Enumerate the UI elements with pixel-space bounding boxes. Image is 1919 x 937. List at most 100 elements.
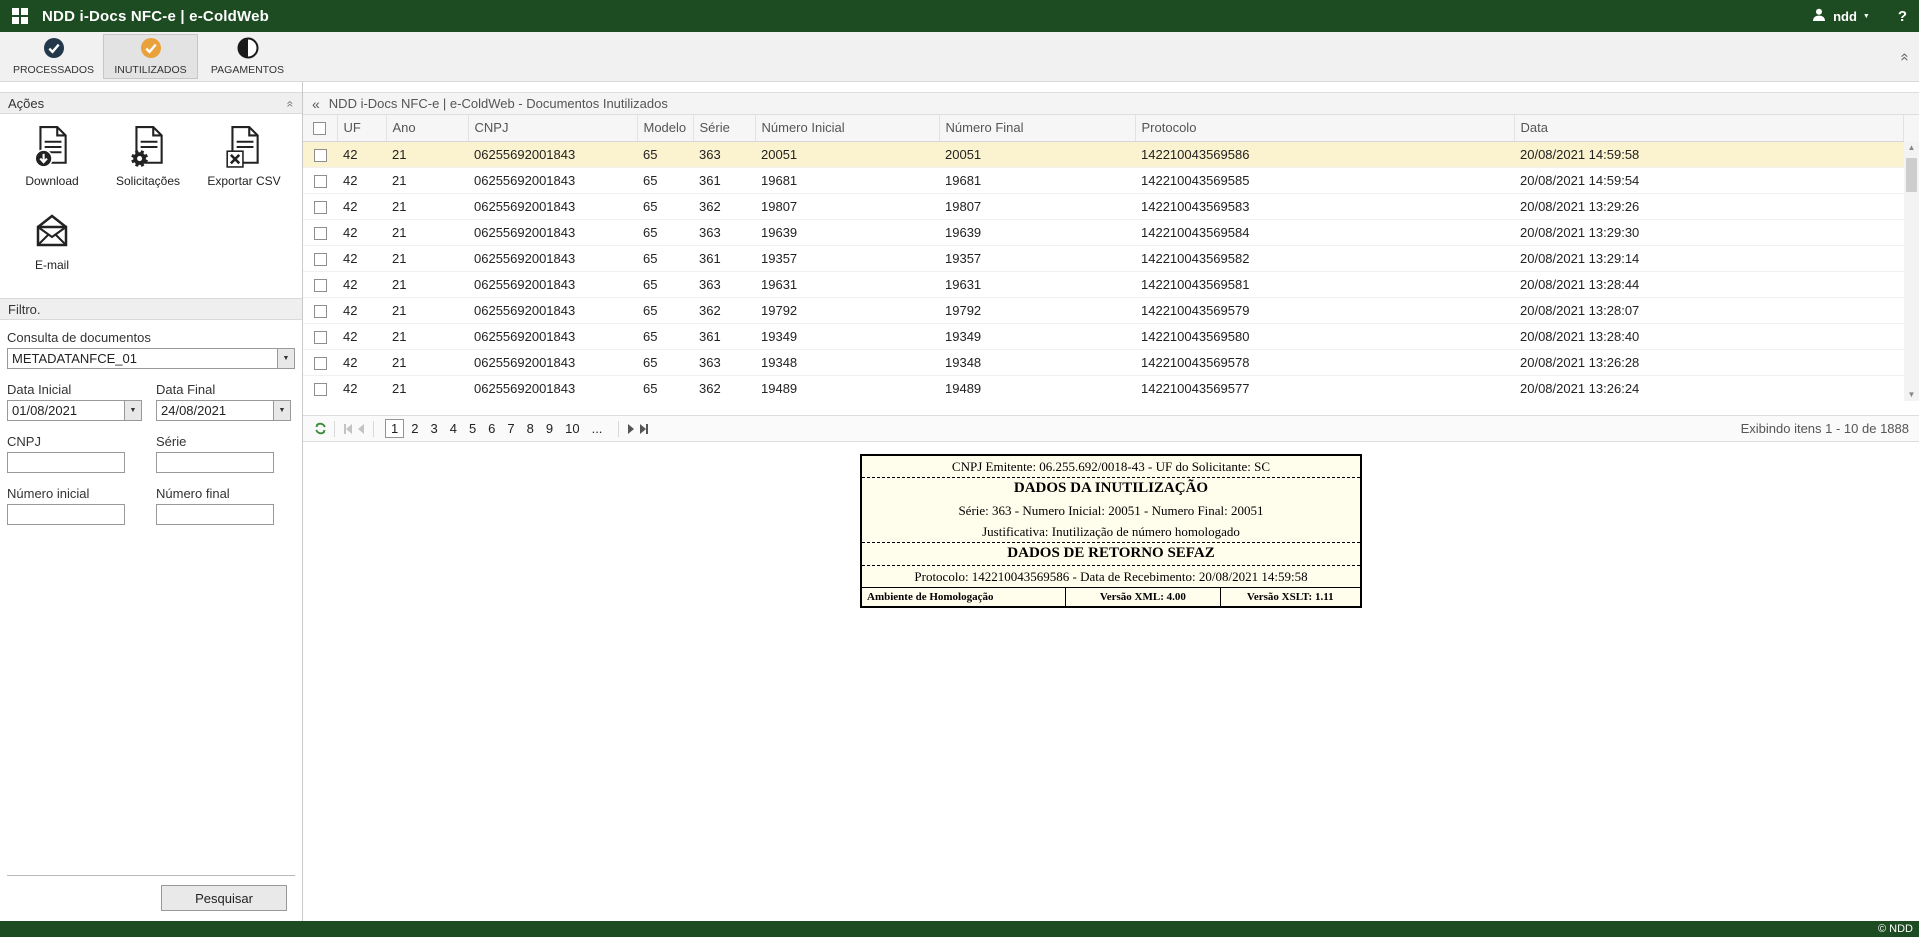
tab-processados[interactable]: PROCESSADOS (6, 34, 101, 79)
select-all-checkbox[interactable] (313, 122, 326, 135)
row-checkbox[interactable] (314, 331, 327, 344)
column-header[interactable]: Ano (386, 115, 468, 141)
serie-input[interactable] (156, 452, 274, 473)
row-checkbox[interactable] (314, 253, 327, 266)
table-row[interactable]: 4221062556920018436536320051200511422100… (303, 141, 1904, 167)
pesquisar-button[interactable]: Pesquisar (161, 885, 287, 911)
first-page-button[interactable] (344, 424, 352, 434)
exportar-csv-button[interactable]: Exportar CSV (196, 122, 292, 206)
row-checkbox[interactable] (314, 279, 327, 292)
tab-pagamentos[interactable]: PAGAMENTOS (200, 34, 295, 79)
consulta-dropdown-button[interactable]: ▼ (277, 349, 294, 368)
table-row[interactable]: 4221062556920018436536219807198071422100… (303, 193, 1904, 219)
cell: 06255692001843 (468, 375, 637, 401)
column-header[interactable]: Modelo (637, 115, 693, 141)
row-checkbox[interactable] (314, 201, 327, 214)
data-final-dropdown-button[interactable]: ▼ (273, 401, 290, 420)
cell: 42 (337, 375, 386, 401)
cell: 06255692001843 (468, 271, 637, 297)
cell: 65 (637, 141, 693, 167)
cell: 42 (337, 193, 386, 219)
solicitacoes-button[interactable]: Solicitações (100, 122, 196, 206)
page-10-button[interactable]: 10 (560, 420, 584, 437)
page-2-button[interactable]: 2 (406, 420, 423, 437)
column-header[interactable]: Série (693, 115, 755, 141)
row-checkbox[interactable] (314, 357, 327, 370)
column-header[interactable]: Data (1514, 115, 1904, 141)
data-final-input[interactable] (157, 401, 290, 420)
data-inicial-label: Data Inicial (7, 382, 142, 397)
refresh-button[interactable] (313, 421, 328, 436)
table-row[interactable]: 4221062556920018436536119349193491422100… (303, 323, 1904, 349)
apps-grid-icon[interactable] (12, 8, 28, 24)
filter-form: Consulta de documentos ▼ Data Inicial ▼ (0, 320, 302, 525)
column-header[interactable]: UF (337, 115, 386, 141)
row-checkbox[interactable] (314, 175, 327, 188)
app-footer: © NDD (0, 921, 1919, 937)
chevron-double-up-icon: « (284, 100, 298, 107)
numero-final-input[interactable] (156, 504, 274, 525)
last-page-button[interactable] (640, 424, 648, 434)
envelope-icon (30, 206, 74, 256)
scroll-up-icon[interactable]: ▲ (1908, 144, 1916, 152)
page-8-button[interactable]: 8 (522, 420, 539, 437)
page-7-button[interactable]: 7 (502, 420, 519, 437)
table-row[interactable]: 4221062556920018436536119681196811422100… (303, 167, 1904, 193)
table-scrollbar[interactable]: ▲ ▼ (1904, 142, 1919, 401)
cell: 362 (693, 375, 755, 401)
chevron-double-up-icon: « (1896, 52, 1913, 60)
page-5-button[interactable]: 5 (464, 420, 481, 437)
table-row[interactable]: 4221062556920018436536319348193481422100… (303, 349, 1904, 375)
table-row[interactable]: 4221062556920018436536319631196311422100… (303, 271, 1904, 297)
collapse-toolbar-button[interactable]: « (1901, 48, 1909, 65)
scroll-down-icon[interactable]: ▼ (1908, 391, 1916, 399)
cell: 21 (386, 193, 468, 219)
page-1-button[interactable]: 1 (385, 419, 404, 438)
scrollbar-thumb[interactable] (1906, 158, 1917, 192)
collapse-actions-button[interactable]: « (287, 96, 294, 111)
data-inicial-dropdown-button[interactable]: ▼ (124, 401, 141, 420)
cell: 142210043569581 (1135, 271, 1514, 297)
column-header[interactable]: Protocolo (1135, 115, 1514, 141)
tab-inutilizados[interactable]: INUTILIZADOS (103, 34, 198, 79)
column-header[interactable]: CNPJ (468, 115, 637, 141)
cell: 42 (337, 349, 386, 375)
row-checkbox[interactable] (314, 149, 327, 162)
page-ellipsis[interactable]: ... (587, 420, 608, 437)
numero-inicial-label: Número inicial (7, 486, 142, 501)
page-4-button[interactable]: 4 (445, 420, 462, 437)
download-button[interactable]: Download (4, 122, 100, 206)
user-menu[interactable]: ndd ▼ (1811, 7, 1870, 26)
cell: 20/08/2021 13:26:24 (1514, 375, 1904, 401)
cell: 19681 (939, 167, 1135, 193)
table-row[interactable]: 4221062556920018436536319639196391422100… (303, 219, 1904, 245)
table-row[interactable]: 4221062556920018436536219792197921422100… (303, 297, 1904, 323)
cell: 65 (637, 167, 693, 193)
cell: 19807 (939, 193, 1135, 219)
help-button[interactable]: ? (1898, 8, 1907, 25)
preview-header-line: CNPJ Emitente: 06.255.692/0018-43 - UF d… (862, 456, 1360, 478)
previous-page-button[interactable] (358, 424, 364, 434)
page-6-button[interactable]: 6 (483, 420, 500, 437)
column-header[interactable]: Número Final (939, 115, 1135, 141)
toolbar: PROCESSADOS INUTILIZADOS PAGAMENTOS « (0, 32, 1919, 82)
row-checkbox[interactable] (314, 227, 327, 240)
data-inicial-input[interactable] (8, 401, 141, 420)
numero-inicial-input[interactable] (7, 504, 125, 525)
chevron-double-left-icon[interactable]: « (312, 96, 320, 112)
consulta-select[interactable] (8, 349, 294, 368)
cell: 65 (637, 297, 693, 323)
cnpj-input[interactable] (7, 452, 125, 473)
cell: 19357 (939, 245, 1135, 271)
cell: 06255692001843 (468, 193, 637, 219)
row-checkbox[interactable] (314, 383, 327, 396)
row-checkbox[interactable] (314, 305, 327, 318)
table-row[interactable]: 4221062556920018436536119357193571422100… (303, 245, 1904, 271)
page-9-button[interactable]: 9 (541, 420, 558, 437)
page-3-button[interactable]: 3 (425, 420, 442, 437)
column-header[interactable]: Número Inicial (755, 115, 939, 141)
next-page-button[interactable] (628, 424, 634, 434)
table-row[interactable]: 4221062556920018436536219489194891422100… (303, 375, 1904, 401)
table-body: 4221062556920018436536320051200511422100… (303, 141, 1904, 401)
email-button[interactable]: E-mail (4, 206, 100, 290)
